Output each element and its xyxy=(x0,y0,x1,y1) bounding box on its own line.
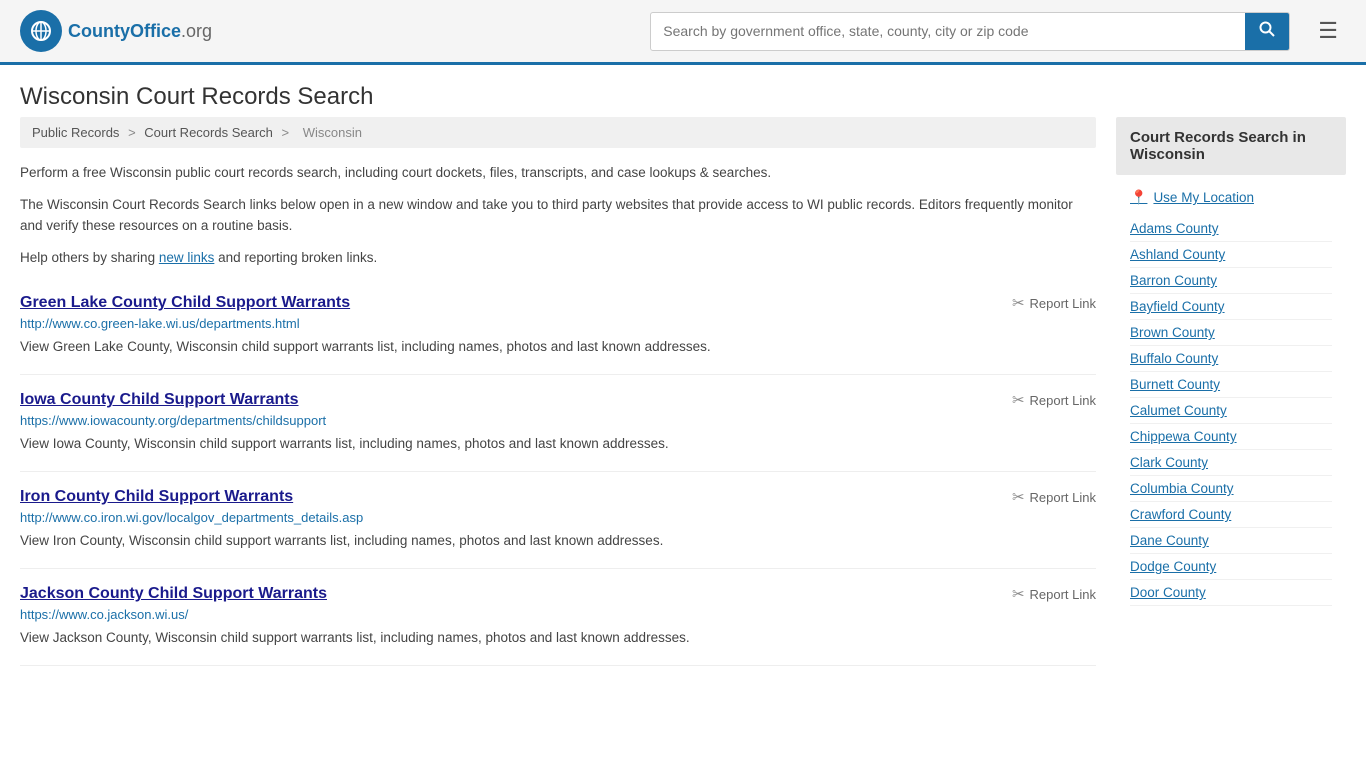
sidebar-county-link-6[interactable]: Burnett County xyxy=(1130,372,1332,398)
sidebar-county-link-9[interactable]: Clark County xyxy=(1130,450,1332,476)
main-content: Public Records > Court Records Search > … xyxy=(20,117,1096,666)
sidebar-county-link-7[interactable]: Calumet County xyxy=(1130,398,1332,424)
scissors-icon-3: ✂ xyxy=(1012,585,1025,603)
site-header: CountyOffice.org ☰ xyxy=(0,0,1366,65)
result-header-1: Iowa County Child Support Warrants ✂ Rep… xyxy=(20,391,1096,413)
results-list: Green Lake County Child Support Warrants… xyxy=(20,278,1096,666)
use-my-location[interactable]: 📍 Use My Location xyxy=(1116,185,1346,216)
result-desc-3: View Jackson County, Wisconsin child sup… xyxy=(20,628,1096,649)
sidebar-county-link-2[interactable]: Barron County xyxy=(1130,268,1332,294)
location-icon: 📍 xyxy=(1130,189,1147,206)
page-title: Wisconsin Court Records Search xyxy=(0,65,1366,117)
county-links-list: Adams CountyAshland CountyBarron CountyB… xyxy=(1116,216,1346,606)
breadcrumb-court-records[interactable]: Court Records Search xyxy=(144,125,273,140)
intro-para-3: Help others by sharing new links and rep… xyxy=(20,247,1096,269)
scissors-icon-2: ✂ xyxy=(1012,488,1025,506)
result-url-0[interactable]: http://www.co.green-lake.wi.us/departmen… xyxy=(20,316,1096,331)
new-links-link[interactable]: new links xyxy=(159,250,215,265)
report-link-2[interactable]: ✂ Report Link xyxy=(1012,488,1096,506)
sidebar-county-link-1[interactable]: Ashland County xyxy=(1130,242,1332,268)
result-header-2: Iron County Child Support Warrants ✂ Rep… xyxy=(20,488,1096,510)
use-location-label: Use My Location xyxy=(1153,190,1254,205)
report-link-1[interactable]: ✂ Report Link xyxy=(1012,391,1096,409)
search-input[interactable] xyxy=(651,15,1245,47)
search-button[interactable] xyxy=(1245,13,1289,50)
sidebar-header: Court Records Search in Wisconsin xyxy=(1116,117,1346,175)
result-url-1[interactable]: https://www.iowacounty.org/departments/c… xyxy=(20,413,1096,428)
sidebar-county-link-8[interactable]: Chippewa County xyxy=(1130,424,1332,450)
sidebar-county-link-3[interactable]: Bayfield County xyxy=(1130,294,1332,320)
sidebar: Court Records Search in Wisconsin 📍 Use … xyxy=(1116,117,1346,666)
sidebar-county-link-12[interactable]: Dane County xyxy=(1130,528,1332,554)
result-title-1[interactable]: Iowa County Child Support Warrants xyxy=(20,391,299,409)
logo[interactable]: CountyOffice.org xyxy=(20,10,212,52)
result-card: Green Lake County Child Support Warrants… xyxy=(20,278,1096,375)
intro-para-2: The Wisconsin Court Records Search links… xyxy=(20,194,1096,237)
result-url-2[interactable]: http://www.co.iron.wi.gov/localgov_depar… xyxy=(20,510,1096,525)
sidebar-county-link-13[interactable]: Dodge County xyxy=(1130,554,1332,580)
breadcrumb: Public Records > Court Records Search > … xyxy=(20,117,1096,148)
search-bar xyxy=(650,12,1290,51)
report-link-3[interactable]: ✂ Report Link xyxy=(1012,585,1096,603)
logo-icon xyxy=(20,10,62,52)
sidebar-county-link-11[interactable]: Crawford County xyxy=(1130,502,1332,528)
hamburger-menu-button[interactable]: ☰ xyxy=(1310,14,1346,48)
sidebar-county-link-4[interactable]: Brown County xyxy=(1130,320,1332,346)
scissors-icon-0: ✂ xyxy=(1012,294,1025,312)
result-desc-0: View Green Lake County, Wisconsin child … xyxy=(20,337,1096,358)
result-card: Iron County Child Support Warrants ✂ Rep… xyxy=(20,472,1096,569)
result-title-2[interactable]: Iron County Child Support Warrants xyxy=(20,488,293,506)
sidebar-county-link-14[interactable]: Door County xyxy=(1130,580,1332,606)
sidebar-county-link-0[interactable]: Adams County xyxy=(1130,216,1332,242)
result-title-0[interactable]: Green Lake County Child Support Warrants xyxy=(20,294,350,312)
result-card: Iowa County Child Support Warrants ✂ Rep… xyxy=(20,375,1096,472)
intro-para-1: Perform a free Wisconsin public court re… xyxy=(20,162,1096,184)
sidebar-county-link-5[interactable]: Buffalo County xyxy=(1130,346,1332,372)
report-link-0[interactable]: ✂ Report Link xyxy=(1012,294,1096,312)
content-wrapper: Public Records > Court Records Search > … xyxy=(0,117,1366,686)
result-header-0: Green Lake County Child Support Warrants… xyxy=(20,294,1096,316)
result-url-3[interactable]: https://www.co.jackson.wi.us/ xyxy=(20,607,1096,622)
result-card: Jackson County Child Support Warrants ✂ … xyxy=(20,569,1096,666)
scissors-icon-1: ✂ xyxy=(1012,391,1025,409)
result-header-3: Jackson County Child Support Warrants ✂ … xyxy=(20,585,1096,607)
logo-wordmark: CountyOffice.org xyxy=(68,21,212,42)
result-desc-2: View Iron County, Wisconsin child suppor… xyxy=(20,531,1096,552)
result-title-3[interactable]: Jackson County Child Support Warrants xyxy=(20,585,327,603)
sidebar-county-link-10[interactable]: Columbia County xyxy=(1130,476,1332,502)
breadcrumb-public-records[interactable]: Public Records xyxy=(32,125,119,140)
breadcrumb-current: Wisconsin xyxy=(303,125,362,140)
result-desc-1: View Iowa County, Wisconsin child suppor… xyxy=(20,434,1096,455)
